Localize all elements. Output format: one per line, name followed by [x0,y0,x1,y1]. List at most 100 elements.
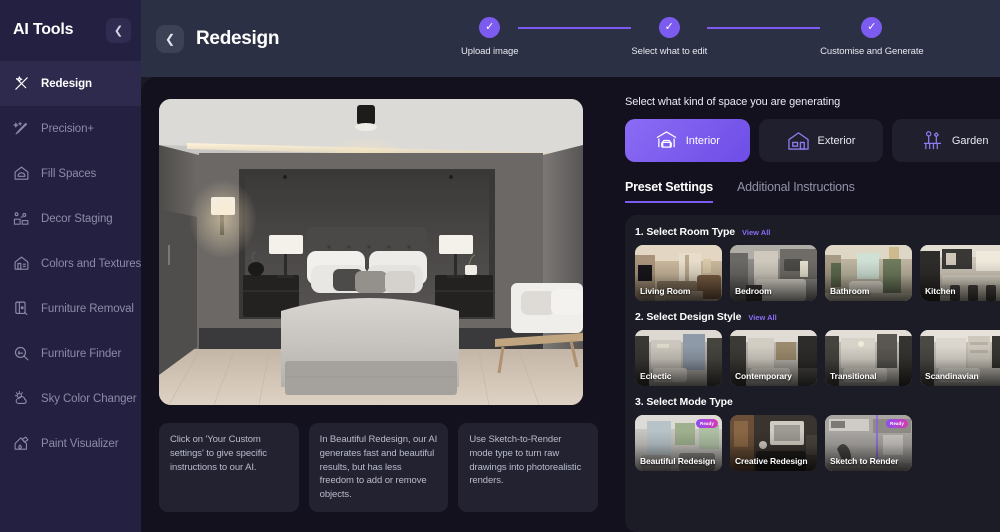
sidebar-item-fill-spaces[interactable]: Fill Spaces [0,151,141,196]
thumb-label: Creative Redesign [735,456,808,467]
section-title: 2. Select Design Style [635,311,742,323]
design-style-eclectic[interactable]: Eclectic [635,330,722,386]
sidebar-item-furniture-removal[interactable]: Furniture Removal [0,286,141,331]
settings-panel: Select what kind of space you are genera… [613,77,1000,532]
tip-card: Use Sketch-to-Render mode type to turn r… [458,423,599,512]
thumb-label: Bathroom [830,286,870,297]
view-all-design-style[interactable]: View All [748,313,776,322]
sidebar-title: AI Tools [13,21,74,38]
house-texture-icon [13,255,30,272]
room-type-bathroom[interactable]: Bathroom [825,245,912,301]
bedroom-interior-preview [159,99,583,405]
thumb-label: Bedroom [735,286,772,297]
sidebar-item-label: Redesign [41,77,92,90]
sidebar-item-paint-visualizer[interactable]: Paint Visualizer [0,421,141,466]
section-title: 3. Select Mode Type [635,396,733,408]
space-type-label: Garden [951,134,989,147]
chevron-left-icon: ❮ [164,31,176,46]
furniture-removal-icon [13,300,30,317]
precision-brush-icon [13,120,30,137]
house-fill-icon [13,165,30,182]
design-style-options: Eclectic Contemporary Transitional Scand… [635,330,1000,386]
tips-row: Click on 'Your Custom settings' to give … [159,423,599,512]
topbar: ❮ Redesign ✓ Upload image ✓ Select what … [141,0,1000,77]
sidebar-item-precision[interactable]: Precision+ [0,106,141,151]
tab-preset-settings[interactable]: Preset Settings [625,180,713,203]
panel-heading: Select what kind of space you are genera… [625,96,841,108]
room-type-living-room[interactable]: Living Room [635,245,722,301]
decor-staging-icon [13,210,30,227]
interior-sofa-icon [655,130,678,151]
sidebar-item-label: Furniture Finder [41,347,122,360]
step-check-icon: ✓ [861,17,883,38]
design-style-scandinavian[interactable]: Scandinavian [920,330,1000,386]
progress-stepper: ✓ Upload image ✓ Select what to edit ✓ C… [461,17,924,57]
image-preview[interactable] [159,99,583,405]
step-label: Upload image [461,46,519,57]
design-style-transitional[interactable]: Transitional [825,330,912,386]
mode-beautiful-redesign[interactable]: Ready Beautiful Redesign [635,415,722,471]
thumb-label: Eclectic [640,371,672,382]
section-header: 1. Select Room Type View All [635,226,1000,238]
sidebar-item-label: Fill Spaces [41,167,97,180]
mode-creative-redesign[interactable]: Creative Redesign [730,415,817,471]
section-design-style: 2. Select Design Style View All Eclectic… [635,311,1000,386]
sidebar: AI Tools ❮ Redesign Precision+ Fill Spac… [0,0,141,532]
thumb-label: Transitional [830,371,877,382]
sidebar-collapse-button[interactable]: ❮ [106,17,131,43]
mode-badge: Ready [695,419,718,428]
back-button[interactable]: ❮ [156,24,184,53]
mode-type-options: Ready Beautiful Redesign Creative Redesi… [635,415,1000,471]
thumb-label: Living Room [640,286,691,297]
room-type-bedroom[interactable]: Bedroom [730,245,817,301]
space-type-exterior[interactable]: Exterior [758,119,884,162]
sidebar-item-redesign[interactable]: Redesign [0,61,141,106]
step-label: Select what to edit [631,46,708,57]
space-type-garden[interactable]: Garden [892,119,1000,162]
sidebar-nav: Redesign Precision+ Fill Spaces Decor St… [0,60,141,466]
app-root: AI Tools ❮ Redesign Precision+ Fill Spac… [0,0,1000,532]
sidebar-item-colors-textures[interactable]: Colors and Textures [0,241,141,286]
magic-wand-icon [13,75,30,92]
step-customise-and-generate[interactable]: ✓ Customise and Generate [820,17,924,57]
main-region: ❮ Redesign ✓ Upload image ✓ Select what … [141,0,1000,532]
room-type-options: Living Room Bedroom Bathroom Kitchen [635,245,1000,301]
tip-card: In Beautiful Redesign, our AI generates … [308,423,449,512]
panel-tabs: Preset Settings Additional Instructions [625,180,1000,203]
preset-settings-card: 1. Select Room Type View All Living Room… [625,215,1000,532]
step-upload-image[interactable]: ✓ Upload image [461,17,519,57]
step-check-icon: ✓ [658,17,680,38]
step-select-what-to-edit[interactable]: ✓ Select what to edit [631,17,707,57]
sidebar-item-label: Paint Visualizer [41,437,119,450]
step-check-icon: ✓ [479,17,501,38]
section-room-type: 1. Select Room Type View All Living Room… [635,226,1000,301]
step-connector [518,27,632,29]
section-mode-type: 3. Select Mode Type Ready Beautiful Rede… [635,396,1000,471]
tab-additional-instructions[interactable]: Additional Instructions [737,180,855,203]
sidebar-item-decor-staging[interactable]: Decor Staging [0,196,141,241]
content-body: Click on 'Your Custom settings' to give … [141,77,1000,532]
sidebar-item-label: Colors and Textures [41,257,142,270]
view-all-room-type[interactable]: View All [742,228,770,237]
section-header: 2. Select Design Style View All [635,311,1000,323]
sidebar-item-label: Decor Staging [41,212,113,225]
step-connector [707,27,821,29]
workspace: Click on 'Your Custom settings' to give … [141,77,613,532]
space-type-interior[interactable]: Interior [625,119,750,162]
thumb-label: Contemporary [735,371,792,382]
sidebar-item-label: Furniture Removal [41,302,134,315]
sidebar-header: AI Tools ❮ [0,0,141,60]
sidebar-item-label: Sky Color Changer [41,392,137,405]
sidebar-item-furniture-finder[interactable]: Furniture Finder [0,331,141,376]
paint-roller-icon [13,435,30,452]
sidebar-item-sky-color-changer[interactable]: Sky Color Changer [0,376,141,421]
mode-sketch-to-render[interactable]: Ready Sketch to Render [825,415,912,471]
space-type-group: Interior Exterior Garden [625,119,1000,162]
page-title: Redesign [196,27,280,49]
design-style-contemporary[interactable]: Contemporary [730,330,817,386]
thumb-label: Kitchen [925,286,956,297]
room-type-kitchen[interactable]: Kitchen [920,245,1000,301]
sidebar-item-label: Precision+ [41,122,95,135]
space-type-label: Interior [685,134,720,147]
sun-cloud-icon [13,390,30,407]
